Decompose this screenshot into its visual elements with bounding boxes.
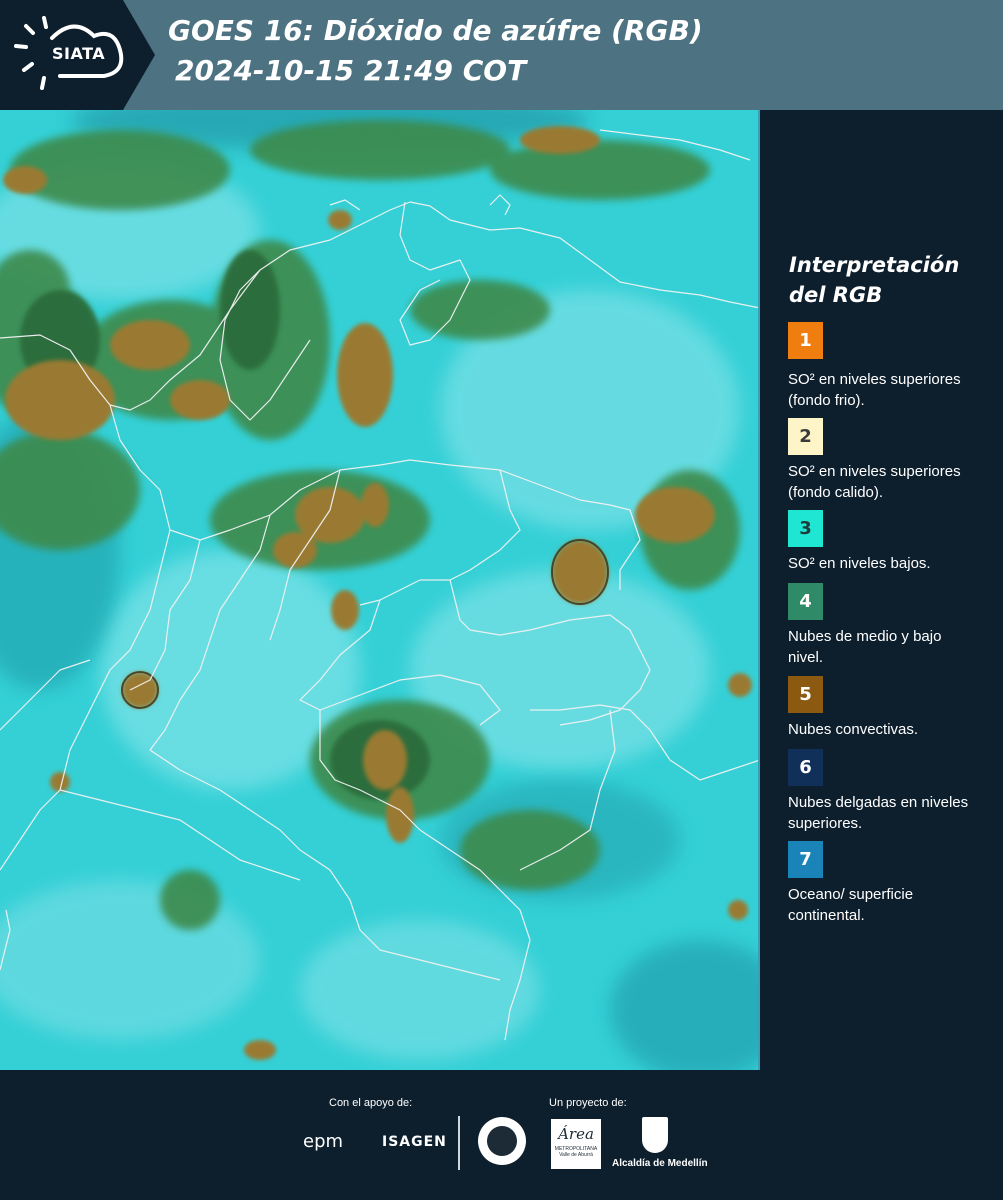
legend-label-2: SO² en niveles superiores (fondo calido)…	[788, 463, 961, 501]
alcaldia-shield-icon	[642, 1117, 668, 1153]
map-border	[758, 110, 760, 1070]
legend-title: Interpretación del RGB	[789, 253, 960, 307]
legend-label-4: Nubes de medio y bajo nivel.	[788, 628, 942, 666]
legend-swatch-4: 4	[788, 583, 823, 620]
project-caption: Un proyecto de:	[549, 1097, 627, 1109]
legend-swatch-7: 7	[788, 841, 823, 878]
support-caption: Con el apoyo de:	[329, 1097, 413, 1109]
legend-label-1: SO² en niveles superiores (fondo frio).	[788, 371, 961, 409]
legend-swatch-6: 6	[788, 749, 823, 786]
legend-swatch-5: 5	[788, 676, 823, 713]
siata-logo: SIATA	[0, 0, 155, 110]
legend-label-6: Nubes delgadas en niveles superiores.	[788, 794, 969, 832]
area-metropolitana-logo: Área METROPOLITANA Valle de Aburrá	[551, 1119, 601, 1169]
legend-label-5: Nubes convectivas.	[788, 721, 919, 738]
footer-divider	[458, 1116, 460, 1170]
epm-logo: epm	[303, 1131, 344, 1152]
siata-logo-text: SIATA	[52, 44, 106, 63]
legend-label-3: SO² en niveles bajos.	[788, 555, 931, 572]
legend-swatch-3: 3	[788, 510, 823, 547]
satellite-image	[0, 110, 760, 1070]
page-title: GOES 16: Dióxido de azúfre (RGB)	[168, 14, 703, 47]
legend-label-7: Oceano/ superficie continental.	[788, 886, 914, 924]
medellin-seal-icon	[478, 1117, 526, 1165]
legend-swatch-1: 1	[788, 322, 823, 359]
page-timestamp: 2024-10-15 21:49 COT	[175, 54, 527, 87]
legend-swatch-2: 2	[788, 418, 823, 455]
alcaldia-logo-text: Alcaldía de Medellín	[612, 1158, 708, 1169]
isagen-logo: ISAGEN	[382, 1134, 447, 1150]
header-bar: SIATA GOES 16: Dióxido de azúfre (RGB) 2…	[0, 0, 1003, 110]
